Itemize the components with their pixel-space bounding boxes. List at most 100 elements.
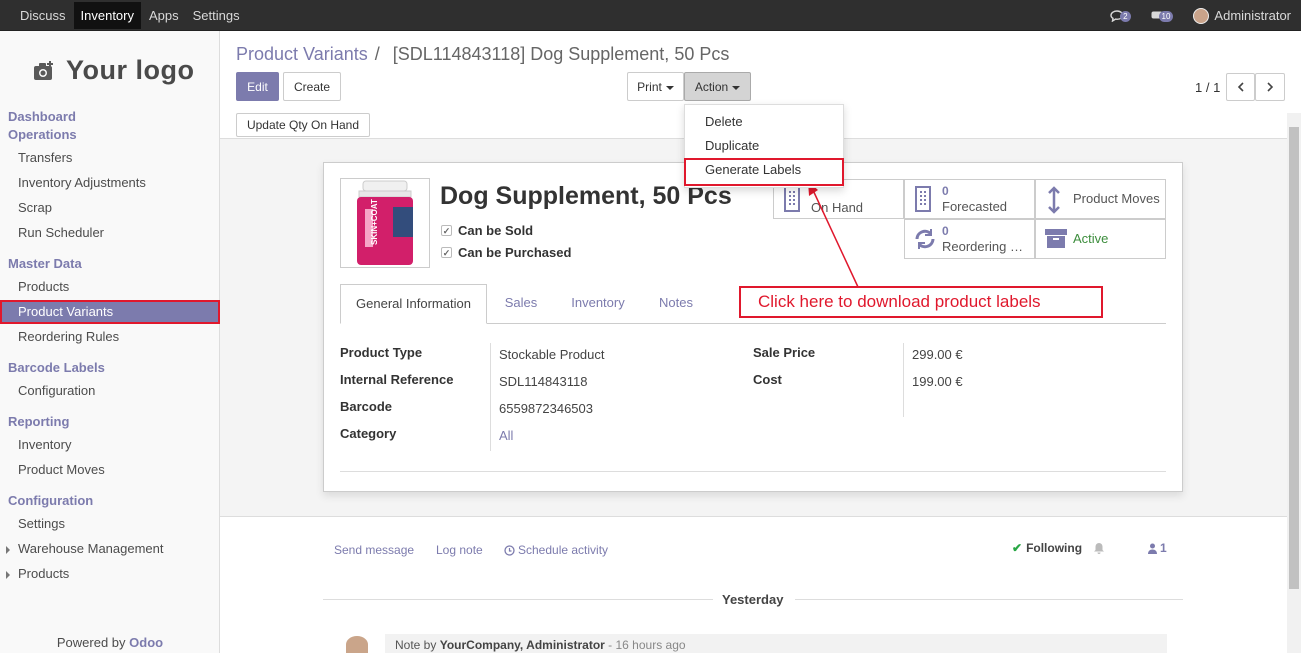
- user-avatar[interactable]: [1193, 7, 1210, 24]
- section-dashboard[interactable]: Dashboard: [8, 109, 76, 124]
- forecasted-stat-button[interactable]: 0 Forecasted: [904, 179, 1035, 219]
- sidebar-item-config-products[interactable]: Products: [0, 562, 220, 586]
- camera-icon: [34, 60, 53, 80]
- send-message-button[interactable]: Send message: [334, 543, 414, 557]
- clock-icon: [504, 544, 515, 556]
- building-icon: [915, 186, 931, 212]
- chevron-right-icon: [1267, 82, 1274, 92]
- active-toggle-button[interactable]: Active: [1035, 219, 1166, 259]
- menu-item-duplicate[interactable]: Duplicate: [705, 138, 759, 153]
- reordering-label: Reordering Rules: [942, 239, 1032, 254]
- edit-button[interactable]: Edit: [236, 72, 279, 101]
- annotation-arrow: [808, 181, 859, 288]
- product-image-label: SKIN+COAT: [370, 199, 379, 245]
- followers-button[interactable]: 1: [1148, 541, 1167, 555]
- create-label: Create: [293, 79, 331, 94]
- bell-icon[interactable]: [1093, 542, 1105, 554]
- powered-by-brand[interactable]: Odoo: [129, 635, 163, 650]
- can-be-purchased-checkbox[interactable]: ✓ Can be Purchased: [441, 245, 571, 260]
- forecasted-value: 0: [942, 184, 949, 198]
- reordering-value: 0: [942, 224, 949, 238]
- product-moves-label: Product Moves: [1073, 191, 1160, 206]
- sidebar-item-inventory-adjustments[interactable]: Inventory Adjustments: [0, 171, 220, 195]
- sidebar: Your logo Dashboard Operations Transfers…: [0, 31, 220, 653]
- messages-button[interactable]: 2: [1110, 9, 1131, 22]
- section-reporting[interactable]: Reporting: [8, 414, 69, 429]
- user-name[interactable]: Administrator: [1214, 8, 1291, 23]
- check-icon: ✓: [441, 225, 452, 236]
- following-button[interactable]: ✔ Following: [1012, 541, 1082, 555]
- app-menu: Discuss Inventory Apps Settings: [14, 0, 248, 31]
- product-type-value[interactable]: Stockable Product: [499, 347, 605, 362]
- activities-count-badge: 10: [1158, 11, 1174, 22]
- sidebar-item-transfers[interactable]: Transfers: [0, 146, 220, 170]
- action-button[interactable]: Action: [684, 72, 751, 101]
- barcode-value[interactable]: 6559872346503: [499, 401, 593, 416]
- cost-label: Cost: [753, 372, 782, 387]
- internal-reference-label: Internal Reference: [340, 372, 454, 387]
- check-icon: ✔: [1012, 541, 1023, 555]
- category-link[interactable]: All: [499, 428, 513, 443]
- generate-labels-highlight: [684, 158, 844, 186]
- sidebar-item-barcode-configuration[interactable]: Configuration: [0, 379, 220, 403]
- scrollbar[interactable]: [1287, 113, 1301, 653]
- sidebar-item-scrap[interactable]: Scrap: [0, 196, 220, 220]
- menu-apps[interactable]: Apps: [143, 0, 185, 31]
- systray: 2 10 Administrator: [1110, 0, 1291, 31]
- scrollbar-thumb[interactable]: [1289, 127, 1299, 589]
- update-qty-button[interactable]: Update Qty On Hand: [236, 113, 370, 137]
- menu-settings[interactable]: Settings: [187, 0, 246, 31]
- refresh-icon: [915, 229, 935, 249]
- pager-next-button[interactable]: [1255, 73, 1285, 101]
- product-image[interactable]: SKIN+COAT: [340, 178, 430, 268]
- pager-value[interactable]: 1 / 1: [1195, 80, 1220, 95]
- section-barcode-labels[interactable]: Barcode Labels: [8, 360, 105, 375]
- schedule-activity-button[interactable]: Schedule activity: [504, 543, 608, 557]
- section-master-data[interactable]: Master Data: [8, 256, 82, 271]
- menu-item-delete[interactable]: Delete: [705, 114, 743, 129]
- supplement-jar-image: SKIN+COAT: [357, 180, 413, 265]
- breadcrumb-parent[interactable]: Product Variants: [236, 44, 368, 64]
- tab-inventory[interactable]: Inventory: [562, 284, 634, 324]
- section-operations[interactable]: Operations: [8, 127, 77, 142]
- internal-reference-value[interactable]: SDL114843118: [499, 374, 587, 389]
- note-prefix: Note by: [395, 638, 437, 652]
- check-icon: ✓: [441, 247, 452, 258]
- update-qty-label: Update Qty On Hand: [246, 118, 360, 132]
- log-note-button[interactable]: Log note: [436, 543, 483, 557]
- top-navbar: Discuss Inventory Apps Settings 2 10 Adm…: [0, 0, 1301, 31]
- company-logo[interactable]: Your logo: [32, 55, 194, 86]
- sidebar-item-settings[interactable]: Settings: [0, 512, 220, 536]
- can-be-sold-checkbox[interactable]: ✓ Can be Sold: [441, 223, 533, 238]
- arrows-vertical-icon: [1048, 186, 1060, 214]
- tab-general-information[interactable]: General Information: [340, 284, 487, 324]
- tab-sales[interactable]: Sales: [495, 284, 547, 324]
- archive-icon: [1045, 229, 1067, 248]
- menu-discuss[interactable]: Discuss: [14, 0, 72, 31]
- sidebar-item-reordering-rules[interactable]: Reordering Rules: [0, 325, 220, 349]
- sidebar-item-warehouse-management[interactable]: Warehouse Management: [0, 537, 220, 561]
- create-button[interactable]: Create: [283, 72, 341, 101]
- sheet-bottom-separator: [340, 471, 1166, 472]
- sale-price-value[interactable]: 299.00 €: [912, 347, 963, 362]
- section-configuration[interactable]: Configuration: [8, 493, 93, 508]
- print-button[interactable]: Print: [627, 72, 684, 101]
- sidebar-item-product-moves[interactable]: Product Moves: [0, 458, 220, 482]
- caret-down-icon: [665, 85, 674, 90]
- sidebar-item-products[interactable]: Products: [0, 275, 220, 299]
- tab-notes[interactable]: Notes: [650, 284, 702, 324]
- activities-button[interactable]: 10: [1151, 9, 1174, 22]
- note-author[interactable]: YourCompany, Administrator: [440, 638, 605, 652]
- cost-value[interactable]: 199.00 €: [912, 374, 963, 389]
- menu-inventory[interactable]: Inventory: [73, 2, 141, 29]
- category-label: Category: [340, 426, 397, 441]
- reordering-stat-button[interactable]: 0 Reordering Rules: [904, 219, 1035, 259]
- breadcrumb: Product Variants / [SDL114843118] Dog Su…: [236, 44, 729, 65]
- sidebar-item-reporting-inventory[interactable]: Inventory: [0, 433, 220, 457]
- pager-previous-button[interactable]: [1226, 73, 1255, 101]
- field-divider: [903, 343, 904, 417]
- author-avatar[interactable]: [346, 636, 368, 653]
- sidebar-item-product-variants[interactable]: Product Variants: [0, 300, 220, 324]
- sidebar-item-run-scheduler[interactable]: Run Scheduler: [0, 221, 220, 245]
- product-moves-stat-button[interactable]: Product Moves: [1035, 179, 1166, 219]
